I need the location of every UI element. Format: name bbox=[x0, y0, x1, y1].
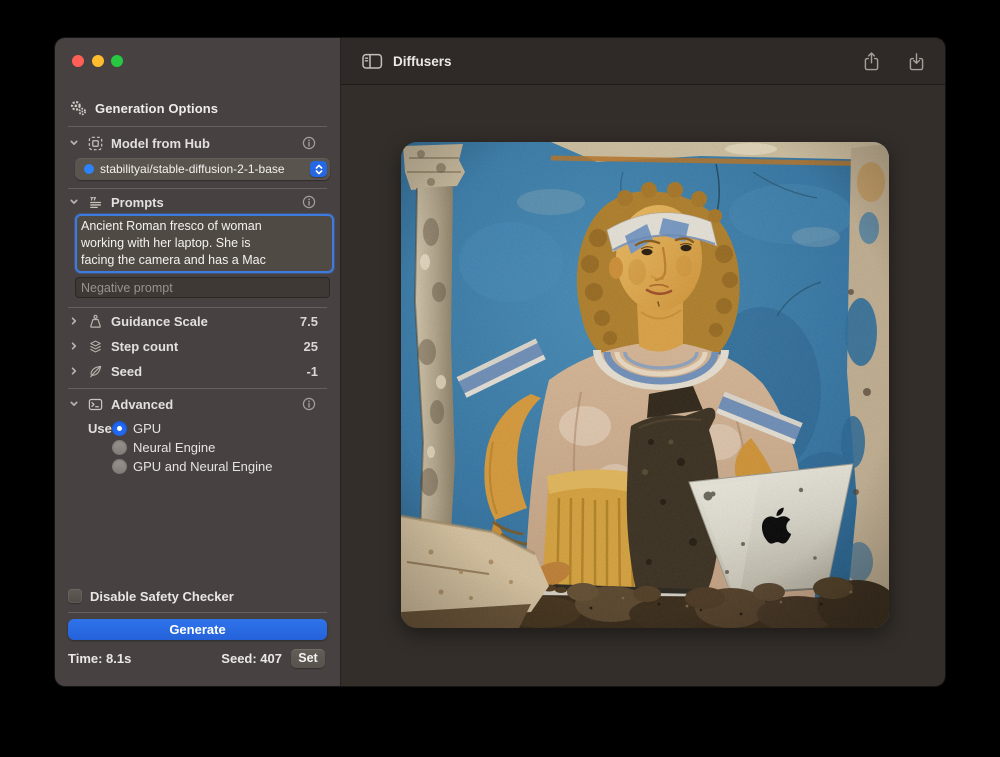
status-bar: Time: 8.1s Seed: 407 Set bbox=[68, 648, 325, 668]
close-window-button[interactable] bbox=[72, 55, 84, 67]
model-box-icon bbox=[85, 136, 105, 151]
info-icon[interactable] bbox=[302, 136, 316, 150]
layers-stack-icon bbox=[85, 339, 105, 354]
seed-status: Seed: 407 bbox=[221, 651, 282, 666]
leaf-icon bbox=[85, 364, 105, 379]
info-icon[interactable] bbox=[302, 397, 316, 411]
generated-image[interactable] bbox=[401, 142, 889, 628]
radio-gpu-and-neural-engine-label: GPU and Neural Engine bbox=[133, 459, 272, 474]
prompts-section-header[interactable]: Prompts bbox=[68, 193, 164, 211]
chevron-right-icon[interactable] bbox=[68, 316, 80, 326]
disable-safety-checker-row[interactable]: Disable Safety Checker bbox=[68, 588, 234, 604]
generation-options-header: Generation Options bbox=[69, 99, 218, 118]
toolbar: Diffusers bbox=[341, 38, 945, 85]
advanced-section-header[interactable]: Advanced bbox=[68, 395, 173, 413]
advanced-section-label: Advanced bbox=[111, 397, 173, 412]
radio-button[interactable] bbox=[112, 459, 127, 474]
seed-row[interactable]: Seed bbox=[68, 362, 142, 380]
terminal-icon bbox=[85, 397, 105, 412]
safety-checkbox[interactable] bbox=[68, 589, 82, 603]
sidebar-title: Generation Options bbox=[95, 101, 218, 116]
guidance-scale-row[interactable]: Guidance Scale bbox=[68, 312, 208, 330]
chevron-down-icon[interactable] bbox=[68, 138, 80, 148]
guidance-scale-label: Guidance Scale bbox=[111, 314, 208, 329]
radio-gpu-and-neural-engine[interactable]: GPU and Neural Engine bbox=[112, 458, 272, 474]
time-status: Time: 8.1s bbox=[68, 651, 131, 666]
chevron-down-icon[interactable] bbox=[68, 197, 80, 207]
step-count-label: Step count bbox=[111, 339, 178, 354]
zoom-window-button[interactable] bbox=[111, 55, 123, 67]
chevron-right-icon[interactable] bbox=[68, 366, 80, 376]
sidebar-toggle-icon[interactable] bbox=[362, 53, 383, 70]
divider bbox=[68, 388, 327, 389]
sidebar: Generation Options Model from Hub stabil… bbox=[55, 38, 341, 686]
step-count-value: 25 bbox=[304, 339, 318, 354]
chevron-right-icon[interactable] bbox=[68, 341, 80, 351]
prompt-input[interactable]: Ancient Roman fresco of woman working wi… bbox=[75, 214, 334, 273]
safety-checkbox-label: Disable Safety Checker bbox=[90, 589, 234, 604]
radio-button-selected[interactable] bbox=[112, 421, 127, 436]
chevron-down-icon[interactable] bbox=[68, 399, 80, 409]
divider bbox=[68, 307, 327, 308]
radio-neural-engine[interactable]: Neural Engine bbox=[112, 439, 215, 455]
prompts-section-label: Prompts bbox=[111, 195, 164, 210]
model-select-value: stabilityai/stable-diffusion-2-1-base bbox=[100, 162, 310, 176]
scale-weight-icon bbox=[85, 314, 105, 329]
radio-gpu[interactable]: GPU bbox=[112, 420, 161, 436]
divider bbox=[68, 126, 327, 127]
radio-button[interactable] bbox=[112, 440, 127, 455]
model-select[interactable]: stabilityai/stable-diffusion-2-1-base bbox=[75, 158, 330, 180]
radio-gpu-label: GPU bbox=[133, 421, 161, 436]
radio-neural-engine-label: Neural Engine bbox=[133, 440, 215, 455]
share-icon[interactable] bbox=[862, 51, 881, 72]
minimize-window-button[interactable] bbox=[92, 55, 104, 67]
select-stepper-icon[interactable] bbox=[310, 161, 327, 177]
info-icon[interactable] bbox=[302, 195, 316, 209]
negative-prompt-input[interactable] bbox=[75, 277, 330, 298]
use-label: Use bbox=[88, 421, 112, 436]
step-count-row[interactable]: Step count bbox=[68, 337, 178, 355]
seed-value: -1 bbox=[306, 364, 318, 379]
divider bbox=[68, 612, 327, 613]
main-area: Diffusers bbox=[341, 38, 945, 686]
save-download-icon[interactable] bbox=[907, 51, 926, 72]
gears-icon bbox=[69, 99, 88, 118]
guidance-scale-value: 7.5 bbox=[300, 314, 318, 329]
model-section-label: Model from Hub bbox=[111, 136, 210, 151]
text-quote-icon bbox=[85, 195, 105, 210]
model-status-dot bbox=[84, 164, 94, 174]
seed-label: Seed bbox=[111, 364, 142, 379]
window-title: Diffusers bbox=[393, 54, 452, 69]
model-section-header[interactable]: Model from Hub bbox=[68, 134, 210, 152]
app-window: Generation Options Model from Hub stabil… bbox=[55, 38, 945, 686]
generate-button[interactable]: Generate bbox=[68, 619, 327, 640]
divider bbox=[68, 188, 327, 189]
set-seed-button[interactable]: Set bbox=[291, 649, 325, 668]
